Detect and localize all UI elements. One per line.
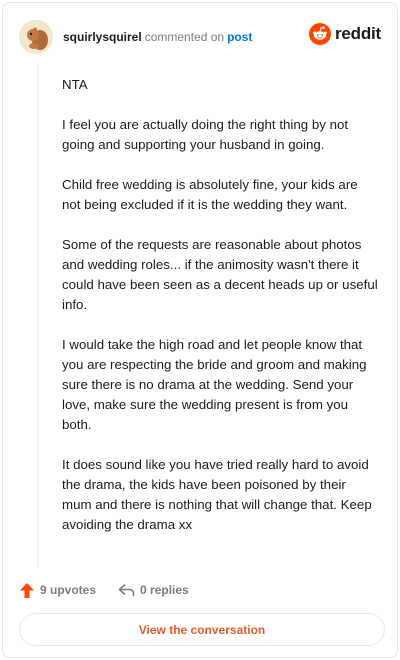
comment-card: squirlysquirel commented on post reddit NT… bbox=[2, 2, 398, 658]
reddit-brand[interactable]: reddit bbox=[308, 23, 381, 45]
username-link[interactable]: squirlysquirel bbox=[63, 30, 142, 44]
reply-arrow-icon bbox=[118, 584, 135, 597]
comment-header: squirlysquirel commented on post reddit bbox=[19, 19, 381, 55]
thread-line[interactable] bbox=[37, 63, 39, 567]
upvote-stat[interactable]: 9 upvotes bbox=[19, 582, 96, 599]
user-avatar[interactable] bbox=[19, 20, 53, 54]
comment-paragraph: I feel you are actually doing the right … bbox=[62, 117, 349, 152]
upvote-arrow-icon bbox=[20, 582, 34, 598]
reddit-logo-icon bbox=[308, 23, 331, 45]
comment-footer: 9 upvotes 0 replies bbox=[19, 579, 189, 601]
comment-paragraph: It does sound like you have tried really… bbox=[62, 457, 372, 532]
comment-paragraph: Child free wedding is absolutely fine, y… bbox=[62, 177, 358, 212]
squirrel-avatar-icon bbox=[19, 20, 53, 54]
comment-paragraph: NTA bbox=[62, 77, 88, 92]
brand-wordmark: reddit bbox=[334, 24, 381, 43]
post-link[interactable]: post bbox=[227, 30, 252, 44]
comment-paragraph: I would take the high road and let peopl… bbox=[62, 337, 367, 432]
comment-paragraph: Some of the requests are reasonable abou… bbox=[62, 237, 378, 312]
comment-meta: squirlysquirel commented on post bbox=[63, 30, 252, 44]
reply-stat[interactable]: 0 replies bbox=[118, 583, 189, 597]
comment-body: NTA I feel you are actually doing the ri… bbox=[62, 75, 378, 555]
upvote-count: 9 upvotes bbox=[40, 583, 97, 597]
reply-count: 0 replies bbox=[140, 583, 189, 597]
action-text: commented on bbox=[144, 30, 225, 44]
view-conversation-button[interactable]: View the conversation bbox=[19, 613, 385, 646]
